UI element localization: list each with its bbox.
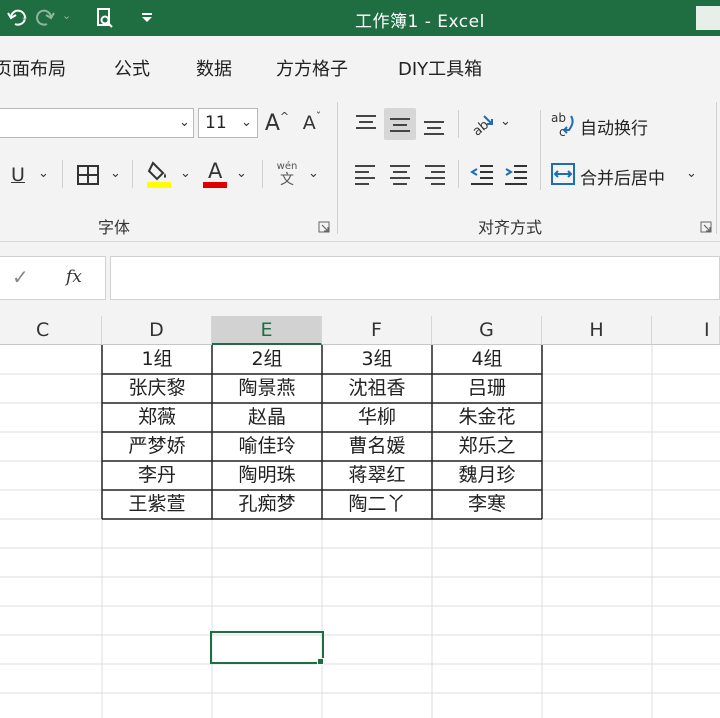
font-size-value: 11 [205, 113, 227, 133]
window-control-button[interactable] [696, 6, 720, 30]
table-header-cell[interactable]: 4组 [432, 345, 542, 374]
merge-center-icon[interactable] [548, 158, 578, 190]
tab-formulas[interactable]: 公式 [114, 55, 150, 81]
separator [262, 160, 263, 188]
increase-indent-icon[interactable] [500, 158, 532, 190]
ribbon-tabs: 页面布局 公式 数据 方方格子 DIY工具箱 [0, 36, 720, 94]
font-dialog-launcher-icon[interactable] [318, 221, 330, 236]
underline-icon[interactable]: U [6, 160, 30, 190]
formula-input[interactable] [110, 256, 720, 300]
table-cell[interactable]: 吕珊 [432, 374, 542, 403]
phonetic-dropdown-icon[interactable]: ⌄ [308, 166, 319, 181]
wrap-text-button[interactable]: 自动换行 [580, 114, 648, 139]
align-center-icon[interactable] [384, 158, 416, 190]
table-cell[interactable]: 陶二丫 [322, 490, 432, 519]
bottom-align-icon[interactable] [418, 108, 450, 140]
underline-dropdown-icon[interactable]: ⌄ [38, 166, 49, 181]
table-header-cell[interactable]: 3组 [322, 345, 432, 374]
undo-dropdown-icon[interactable]: ⌄ [20, 10, 29, 23]
window-title: 工作簿1 - Excel [355, 12, 485, 32]
column-header-h[interactable]: H [542, 316, 652, 345]
svg-text:ab: ab [551, 111, 566, 125]
column-header-f[interactable]: F [322, 316, 432, 345]
tab-fangfang-gezi[interactable]: 方方格子 [276, 55, 348, 81]
table-cell[interactable]: 沈祖香 [322, 374, 432, 403]
insert-function-icon[interactable]: fx [66, 267, 82, 287]
tab-data[interactable]: 数据 [196, 55, 232, 81]
separator [62, 160, 63, 188]
font-color-dropdown-icon[interactable]: ⌄ [236, 166, 247, 181]
font-name-box[interactable]: ⌄ [0, 108, 194, 138]
group-separator [716, 102, 717, 234]
phonetic-guide-icon[interactable]: wén 文 [272, 156, 302, 192]
borders-icon[interactable] [74, 160, 102, 190]
table-cell[interactable]: 李丹 [102, 461, 212, 490]
table-cell[interactable]: 陶景燕 [212, 374, 322, 403]
align-right-icon[interactable] [418, 158, 450, 190]
separator [540, 110, 541, 190]
column-header-c[interactable]: C [0, 316, 102, 345]
enter-icon[interactable]: ✓ [12, 265, 29, 289]
formula-buttons: ✓ fx [0, 256, 106, 300]
table-cell[interactable]: 赵晶 [212, 403, 322, 432]
table-cell[interactable]: 蒋翠红 [322, 461, 432, 490]
table-cell[interactable]: 朱金花 [432, 403, 542, 432]
formula-bar: ✓ fx [0, 242, 720, 316]
worksheet-grid[interactable]: 1组 2组 3组 4组张庆黎 陶景燕 沈祖香 吕珊郑薇 赵晶 华柳 朱金花严梦娇 喻佳玲 曹名媛 郑乐之… [0, 345, 720, 718]
top-align-icon[interactable] [350, 108, 382, 140]
tab-diy-toolbox[interactable]: DIY工具箱 [398, 55, 482, 81]
group-separator [337, 102, 338, 234]
table-cell[interactable]: 陶明珠 [212, 461, 322, 490]
column-header-g[interactable]: G [432, 316, 542, 345]
fill-color-icon[interactable] [144, 158, 174, 190]
orientation-dropdown-icon[interactable]: ⌄ [500, 114, 511, 129]
table-cell[interactable]: 郑薇 [102, 403, 212, 432]
merge-center-button[interactable]: 合并后居中 [580, 164, 665, 189]
redo-dropdown-icon[interactable]: ⌄ [62, 9, 71, 22]
ribbon: ⌄ 11 ⌄ A ^ Aˇ U ⌄ ⌄ ⌄ A ⌄ wén 文 ⌄ 字体 ab … [0, 94, 720, 242]
table-cell[interactable]: 华柳 [322, 403, 432, 432]
table-cell[interactable]: 孔痴梦 [212, 490, 322, 519]
table-cell[interactable]: 魏月珍 [432, 461, 542, 490]
alignment-dialog-launcher-icon[interactable] [700, 221, 712, 236]
table-header-cell[interactable]: 2组 [212, 345, 322, 374]
decrease-indent-icon[interactable] [466, 158, 498, 190]
font-color-icon[interactable]: A [200, 158, 230, 190]
shrink-font-icon[interactable]: Aˇ [298, 108, 326, 138]
font-size-box[interactable]: 11 ⌄ [198, 108, 258, 138]
column-header-d[interactable]: D [102, 316, 212, 345]
title-bar: ⌄ ⌄ 工作簿1 - Excel [0, 0, 720, 36]
tab-page-layout[interactable]: 页面布局 [0, 55, 66, 81]
table-cell[interactable]: 王紫萱 [102, 490, 212, 519]
orientation-icon[interactable]: ab [466, 108, 498, 140]
column-header-e[interactable]: E [212, 316, 322, 345]
wrap-text-icon[interactable]: ab c [548, 108, 578, 140]
separator [458, 160, 459, 188]
separator [132, 160, 133, 188]
table-cell[interactable]: 喻佳玲 [212, 432, 322, 461]
table-cell[interactable]: 张庆黎 [102, 374, 212, 403]
active-cell[interactable] [210, 631, 324, 664]
separator [458, 110, 459, 138]
merge-center-dropdown-icon[interactable]: ⌄ [686, 166, 697, 181]
print-preview-icon[interactable] [92, 6, 118, 30]
grow-font-icon[interactable]: A ^ [262, 108, 292, 138]
font-size-dropdown-icon[interactable]: ⌄ [241, 109, 252, 137]
font-group-label: 字体 [98, 218, 131, 237]
table-header-cell[interactable]: 1组 [102, 345, 212, 374]
table-cell[interactable]: 曹名媛 [322, 432, 432, 461]
customize-quick-access-icon[interactable] [136, 6, 158, 30]
middle-align-icon[interactable] [384, 108, 416, 140]
fill-color-dropdown-icon[interactable]: ⌄ [180, 166, 191, 181]
table-cell[interactable]: 严梦娇 [102, 432, 212, 461]
font-name-dropdown-icon[interactable]: ⌄ [179, 109, 190, 137]
table-cell[interactable]: 郑乐之 [432, 432, 542, 461]
column-header-i[interactable]: I [652, 316, 720, 345]
align-left-icon[interactable] [350, 158, 382, 190]
borders-dropdown-icon[interactable]: ⌄ [110, 166, 121, 181]
redo-icon[interactable] [32, 6, 58, 30]
fill-handle[interactable] [317, 658, 324, 665]
alignment-group-label: 对齐方式 [478, 218, 543, 237]
table-cell[interactable]: 李寒 [432, 490, 542, 519]
